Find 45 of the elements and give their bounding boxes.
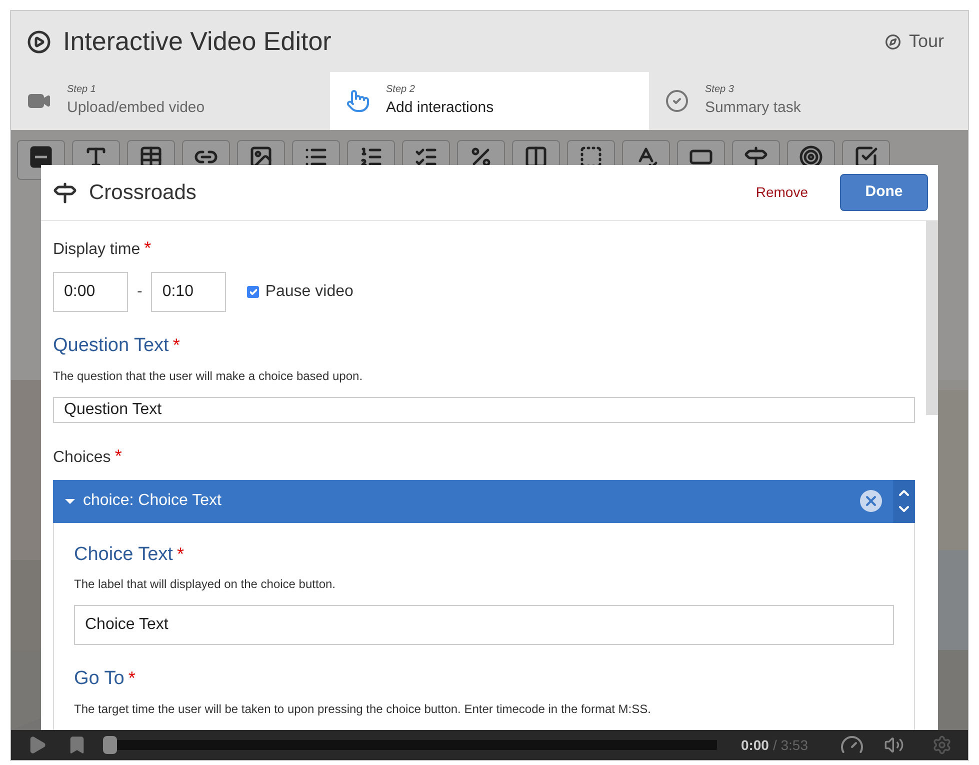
required-mark: *: [172, 334, 180, 357]
current-time: 0:00: [740, 736, 769, 754]
end-time-field[interactable]: 0:10: [151, 272, 226, 312]
field-description: The target time the user will be taken to upon pressing the choice button. Enter timecode in the format M:SS.: [74, 700, 652, 718]
window-title: Interactive Video Editor: [63, 25, 332, 58]
remove-link[interactable]: Remove: [756, 182, 808, 203]
remove-choice-icon[interactable]: [860, 490, 882, 512]
required-mark: *: [128, 667, 136, 690]
scrollbar-thumb[interactable]: [926, 221, 938, 415]
dialog-title: Crossroads: [89, 180, 196, 206]
pause-label: Pause video: [265, 282, 354, 302]
minus-box-icon: [29, 145, 53, 169]
field-label: Question Text: [53, 334, 169, 358]
field-label: Choice Text: [74, 542, 173, 566]
check-circle-icon: [665, 89, 689, 113]
field-description: The label that will displayed on the choice button.: [74, 576, 336, 593]
seek-thumb[interactable]: [103, 736, 117, 754]
play-circle-icon: [27, 30, 51, 54]
choice-text-field[interactable]: Choice Text: [74, 605, 894, 645]
step-tab[interactable]: Step 1 Upload/embed video: [11, 72, 330, 130]
order-buttons[interactable]: [893, 480, 915, 522]
start-time-field[interactable]: 0:00: [53, 272, 128, 312]
choice-header[interactable]: choice: Choice Text: [53, 480, 915, 522]
choice-title: choice: Choice Text: [83, 491, 222, 511]
tap-icon: [346, 89, 370, 113]
step-tab[interactable]: Step 3 Summary task: [649, 72, 968, 130]
total-time: / 3:53: [772, 736, 808, 754]
seek-track[interactable]: [117, 740, 717, 750]
range-separator: -: [136, 282, 144, 302]
tour-button[interactable]: Tour: [884, 28, 952, 55]
checkmark-icon: [250, 289, 257, 295]
field-description: The question that the user will make a choice based upon.: [53, 368, 364, 384]
question-field[interactable]: Question Text: [53, 396, 915, 422]
field-label: Go To: [74, 667, 124, 691]
volume-icon[interactable]: [884, 735, 904, 755]
pause-checkbox[interactable]: [247, 286, 260, 298]
required-mark: *: [114, 444, 122, 468]
required-mark: *: [144, 237, 152, 260]
done-button[interactable]: Done: [840, 174, 928, 211]
compass-icon: [884, 34, 901, 50]
field-label: Display time: [53, 240, 140, 260]
required-mark: *: [176, 542, 184, 566]
caret-icon: [65, 498, 75, 504]
signpost-icon: [53, 180, 77, 204]
field-label: Choices: [53, 448, 111, 468]
